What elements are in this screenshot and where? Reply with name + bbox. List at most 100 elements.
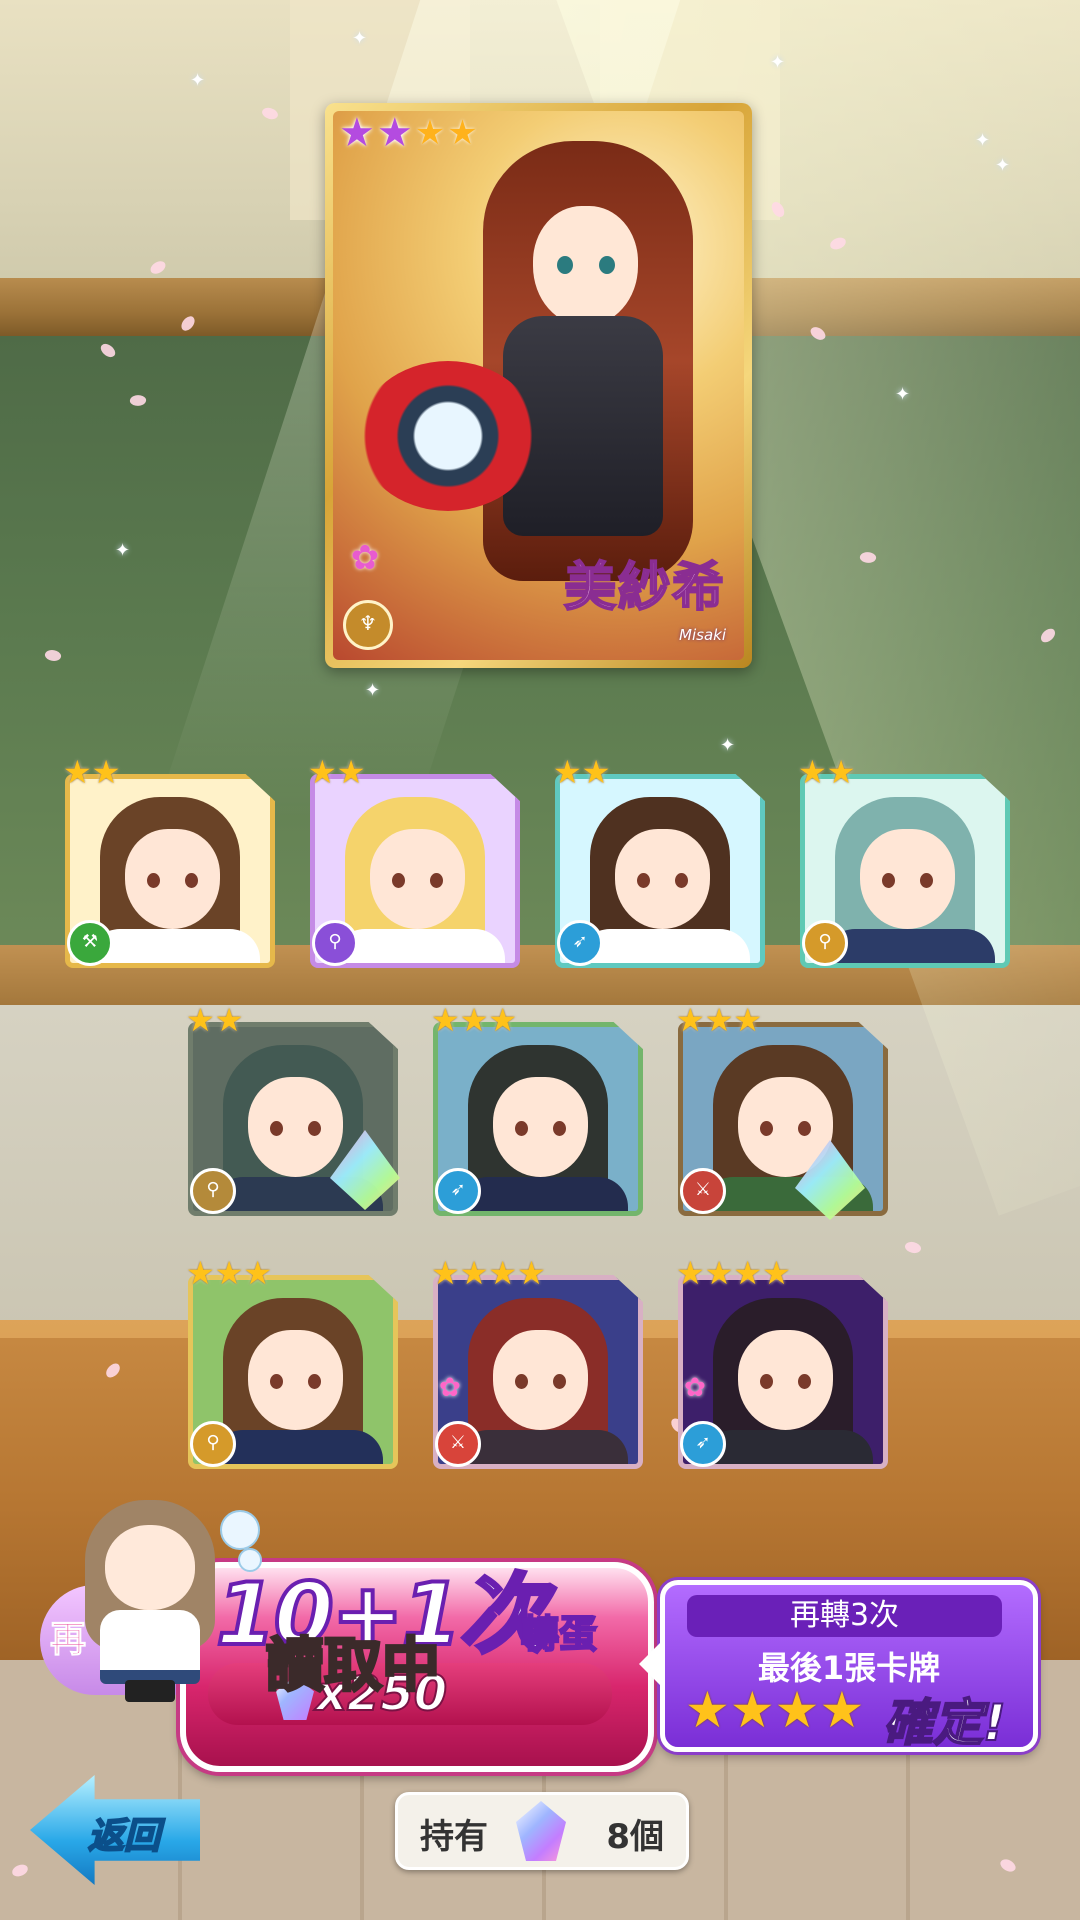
sparkle-icon: ✦ <box>770 52 786 73</box>
star-icon: ★ <box>581 753 611 791</box>
character-outfit <box>825 929 995 963</box>
spear-icon: ⚲ <box>802 920 848 966</box>
star-icon: ★ <box>459 1001 489 1039</box>
character-eye <box>392 873 405 888</box>
star-icon: ★ <box>459 1254 489 1292</box>
featured-star-rating: ★ ★ ★ ★ <box>339 113 478 153</box>
character-eye <box>553 1374 566 1389</box>
star-icon: ★ <box>186 1001 215 1039</box>
star-icon: ★ <box>308 753 337 791</box>
rarity-flower-icon: ✿ <box>350 538 380 578</box>
star-icon: ★ <box>733 1001 763 1039</box>
back-button[interactable]: 返回 <box>30 1775 200 1885</box>
loading-text: 讀取中 <box>264 1630 441 1701</box>
star-icon: ★ <box>517 1254 546 1292</box>
star-icon: ★ <box>774 1681 820 1739</box>
star-icon: ★ <box>733 1254 763 1292</box>
sword-icon: ⚔ <box>680 1168 726 1214</box>
star-icon: ★ <box>336 753 366 791</box>
gacha-subtitle: 轉蛋 <box>520 1611 598 1657</box>
sparkle-icon: ✦ <box>975 130 991 151</box>
result-card[interactable]: ★ ★ ⚲ <box>308 756 520 970</box>
mascot-uniform <box>100 1610 200 1684</box>
star-icon: ★ <box>376 111 413 156</box>
spear-icon: ⚲ <box>190 1421 236 1467</box>
character-eye <box>147 873 160 888</box>
character-eye <box>270 1121 283 1136</box>
sparkle-icon: ✦ <box>365 680 381 701</box>
sparkle-icon: ✦ <box>115 540 131 561</box>
character-eye <box>675 873 688 888</box>
crystal-icon <box>516 1801 566 1861</box>
star-icon: ★ <box>339 111 375 156</box>
character-eye <box>882 873 895 888</box>
star-icon: ★ <box>431 1001 460 1039</box>
rarity-flower-icon: ✿ <box>684 1373 706 1403</box>
weapon-shield <box>358 361 538 511</box>
sparkle-icon: ✦ <box>995 155 1011 176</box>
gun-icon: ➶ <box>680 1421 726 1467</box>
sparkle-icon: ✦ <box>190 70 206 91</box>
result-card[interactable]: ★ ★ ⚒ <box>63 756 275 970</box>
character-eye <box>760 1374 773 1389</box>
character-face <box>738 1330 833 1430</box>
result-card[interactable]: ★ ★ ★ ★ ⚔ ✿ <box>431 1257 643 1471</box>
character-outfit <box>458 1177 628 1211</box>
sparkle-icon: ✦ <box>895 384 911 405</box>
sword-icon: ⚔ <box>435 1421 481 1467</box>
character-outfit <box>213 1430 383 1464</box>
result-card[interactable]: ★ ★ ★ ★ ➶ ✿ <box>676 1257 888 1471</box>
character-eye <box>270 1374 283 1389</box>
character-eye <box>760 1121 773 1136</box>
star-icon: ★ <box>798 753 827 791</box>
sparkle-icon: ✦ <box>720 735 736 756</box>
result-card[interactable]: ★ ★ ⚲ <box>798 756 1010 970</box>
gacha-10plus1-button[interactable]: 10+1次 轉蛋 x250 讀取中 <box>180 1562 654 1772</box>
character-outfit <box>580 929 750 963</box>
star-icon: ★ <box>826 753 856 791</box>
rarity-flower-icon: ✿ <box>439 1373 461 1403</box>
star-icon: ★ <box>488 1254 518 1292</box>
character-eye <box>515 1374 528 1389</box>
staff-icon: ⚲ <box>312 920 358 966</box>
character-outfit <box>458 1430 628 1464</box>
card-star-rating: ★ ★ <box>186 1004 243 1036</box>
character-eye <box>920 873 933 888</box>
featured-card[interactable]: ★ ★ ★ ★ ✿ ♆ 美紗希 Misaki <box>325 103 752 668</box>
gun-icon: ➶ <box>435 1168 481 1214</box>
result-card[interactable]: ★ ★ ★ ➶ <box>431 1004 643 1218</box>
star-outline-icon: ★ <box>447 113 478 153</box>
star-icon: ★ <box>186 1254 215 1292</box>
star-icon: ★ <box>704 1001 734 1039</box>
featured-card-art: ★ ★ ★ ★ ✿ ♆ 美紗希 Misaki <box>333 111 744 660</box>
gun-icon: ➶ <box>557 920 603 966</box>
character-eye <box>185 873 198 888</box>
star-icon: ★ <box>676 1254 705 1292</box>
star-icon: ★ <box>91 753 121 791</box>
spear-icon: ⚲ <box>190 1168 236 1214</box>
sparkle-icon: ✦ <box>352 28 368 49</box>
bonus-guarantee-panel: 再轉3次 最後1張卡牌 ★ ★ ★ ★ 確定! <box>639 1580 1038 1753</box>
star-icon: ★ <box>685 1681 730 1739</box>
character-eye <box>798 1374 811 1389</box>
character-face <box>493 1077 588 1177</box>
card-star-rating: ★ ★ <box>63 756 120 788</box>
card-star-rating: ★ ★ ★ <box>676 1004 762 1036</box>
result-card[interactable]: ★ ★ ★ ⚲ <box>186 1257 398 1471</box>
character-outfit <box>90 929 260 963</box>
character-outfit <box>335 929 505 963</box>
thought-bubble <box>238 1548 262 1572</box>
owned-currency: 持有 8個 <box>395 1792 689 1870</box>
back-label: 返回 <box>87 1815 161 1858</box>
star-icon: ★ <box>676 1001 705 1039</box>
featured-card-name: 美紗希 <box>563 557 726 619</box>
result-card[interactable]: ★ ★ ➶ <box>553 756 765 970</box>
character-eye <box>798 1121 811 1136</box>
card-star-rating: ★ ★ <box>798 756 855 788</box>
character-face <box>125 829 220 929</box>
bonus-confirm: 確定! <box>882 1693 1007 1753</box>
star-icon: ★ <box>431 1254 460 1292</box>
character-outfit <box>703 1430 873 1464</box>
card-star-rating: ★ ★ ★ ★ <box>676 1257 791 1289</box>
owned-count: 8個 <box>606 1817 664 1857</box>
